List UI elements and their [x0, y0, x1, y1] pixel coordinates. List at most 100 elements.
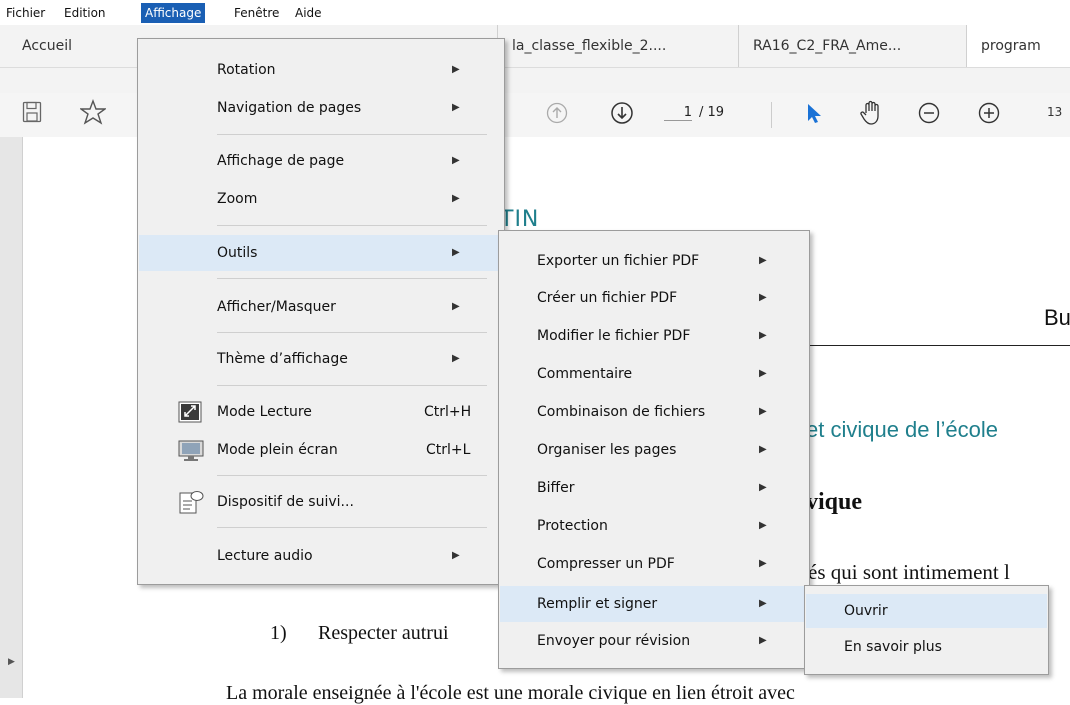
menu-item-label: Mode plein écran: [217, 442, 338, 458]
menu-item-label: Dispositif de suivi...: [217, 494, 354, 510]
menu-item-outils[interactable]: Outils ▶: [139, 235, 503, 271]
menu-separator: [217, 332, 487, 333]
reading-mode-icon: [178, 401, 202, 434]
menu-item-mode-lecture[interactable]: Mode Lecture Ctrl+H: [138, 397, 504, 427]
menu-shortcut: Ctrl+H: [424, 404, 472, 420]
submenu-item[interactable]: Protection ▶: [499, 511, 809, 541]
submenu-item-label: Exporter un fichier PDF: [537, 253, 700, 269]
zoom-level-input[interactable]: 13: [1047, 105, 1062, 119]
submenu-item[interactable]: Compresser un PDF ▶: [499, 549, 809, 579]
submenu-arrow-icon: ▶: [759, 482, 767, 493]
menu-item-label: Rotation: [217, 62, 276, 78]
menu-item-label: Navigation de pages: [217, 100, 362, 116]
menu-separator: [217, 527, 487, 528]
submenu-arrow-icon: ▶: [759, 635, 767, 646]
submenu-item-ouvrir[interactable]: Ouvrir: [806, 594, 1047, 628]
submenu-item[interactable]: Créer un fichier PDF ▶: [499, 283, 809, 313]
zoom-out-icon[interactable]: [918, 102, 940, 129]
menu-item-theme[interactable]: Thème d’affichage ▶: [138, 344, 504, 374]
submenu-item-label: Combinaison de fichiers: [537, 404, 706, 420]
menu-shortcut: Ctrl+L: [426, 442, 471, 458]
menu-item-label: Thème d’affichage: [217, 351, 348, 367]
remplir-signer-submenu: Ouvrir En savoir plus: [804, 585, 1049, 675]
submenu-item-label: Ouvrir: [844, 603, 888, 619]
expand-panel-icon[interactable]: ▶: [8, 657, 15, 667]
submenu-item-label: Compresser un PDF: [537, 556, 675, 572]
submenu-item[interactable]: Exporter un fichier PDF ▶: [499, 246, 809, 276]
submenu-item-label: Modifier le fichier PDF: [537, 328, 691, 344]
tracker-icon: [178, 489, 204, 526]
submenu-arrow-icon: ▶: [452, 155, 460, 166]
menu-item-affichage-page[interactable]: Affichage de page ▶: [138, 146, 504, 176]
menu-separator: [217, 385, 487, 386]
doc-list-text: Respecter autrui: [318, 622, 449, 644]
submenu-arrow-icon: ▶: [452, 102, 460, 113]
submenu-arrow-icon: ▶: [759, 558, 767, 569]
submenu-item-remplir-signer[interactable]: Remplir et signer ▶: [500, 586, 808, 622]
submenu-arrow-icon: ▶: [452, 353, 460, 364]
doc-section-title: et civique de l’école: [806, 417, 999, 442]
menu-item-label: Afficher/Masquer: [217, 299, 336, 315]
menu-separator: [217, 278, 487, 279]
menu-separator: [217, 225, 487, 226]
select-cursor-icon[interactable]: [805, 102, 823, 129]
menu-aide[interactable]: Aide: [291, 3, 326, 23]
menu-item-dispositif-suivi[interactable]: Dispositif de suivi...: [138, 487, 504, 517]
menu-item-plein-ecran[interactable]: Mode plein écran Ctrl+L: [138, 435, 504, 465]
fullscreen-monitor-icon: [178, 440, 204, 473]
menu-item-rotation[interactable]: Rotation ▶: [138, 55, 504, 85]
tab-document[interactable]: la_classe_flexible_2....: [497, 25, 731, 67]
tab-document[interactable]: RA16_C2_FRA_Ame...: [738, 25, 961, 67]
submenu-item[interactable]: Biffer ▶: [499, 473, 809, 503]
zoom-in-icon[interactable]: [978, 102, 1000, 129]
submenu-arrow-icon: ▶: [452, 193, 460, 204]
menu-affichage[interactable]: Affichage: [141, 3, 206, 23]
submenu-arrow-icon: ▶: [452, 247, 460, 258]
submenu-item-en-savoir-plus[interactable]: En savoir plus: [805, 632, 1048, 662]
submenu-arrow-icon: ▶: [759, 255, 767, 266]
prev-page-icon[interactable]: [546, 102, 568, 129]
submenu-item-label: Remplir et signer: [537, 596, 658, 612]
menu-fenetre[interactable]: Fenêtre: [230, 3, 283, 23]
save-icon[interactable]: [22, 101, 42, 128]
menu-separator: [217, 134, 487, 135]
submenu-item[interactable]: Envoyer pour révision ▶: [499, 626, 809, 656]
page-number-input[interactable]: 1: [664, 105, 692, 121]
tab-accueil[interactable]: Accueil: [22, 25, 72, 67]
submenu-item-label: Créer un fichier PDF: [537, 290, 678, 306]
submenu-item-label: Biffer: [537, 480, 575, 496]
doc-header-text: Bu: [1044, 305, 1070, 330]
doc-text-line: és qui sont intimement l: [808, 560, 1010, 584]
menu-item-navigation[interactable]: Navigation de pages ▶: [138, 93, 504, 123]
affichage-menu: Rotation ▶ Navigation de pages ▶ Afficha…: [137, 38, 505, 585]
menu-item-label: Lecture audio: [217, 548, 313, 564]
menu-item-afficher-masquer[interactable]: Afficher/Masquer ▶: [138, 292, 504, 322]
hand-tool-icon[interactable]: [858, 99, 886, 132]
submenu-item[interactable]: Modifier le fichier PDF ▶: [499, 321, 809, 351]
submenu-item-label: Envoyer pour révision: [537, 633, 691, 649]
menu-separator: [217, 475, 487, 476]
left-panel-rail: ▶: [0, 137, 23, 698]
submenu-arrow-icon: ▶: [452, 550, 460, 561]
menu-item-label: Outils: [217, 245, 258, 261]
next-page-icon[interactable]: [610, 101, 634, 130]
submenu-arrow-icon: ▶: [759, 368, 767, 379]
submenu-item[interactable]: Commentaire ▶: [499, 359, 809, 389]
doc-heading: TIN: [500, 207, 540, 232]
tab-document-active[interactable]: program: [966, 25, 1070, 67]
menu-item-label: Zoom: [217, 191, 258, 207]
outils-submenu: Exporter un fichier PDF ▶ Créer un fichi…: [498, 230, 810, 669]
submenu-arrow-icon: ▶: [759, 330, 767, 341]
submenu-item[interactable]: Organiser les pages ▶: [499, 435, 809, 465]
menu-item-lecture-audio[interactable]: Lecture audio ▶: [138, 541, 504, 571]
submenu-arrow-icon: ▶: [759, 292, 767, 303]
submenu-item[interactable]: Combinaison de fichiers ▶: [499, 397, 809, 427]
menu-fichier[interactable]: Fichier: [2, 3, 49, 23]
menu-item-zoom[interactable]: Zoom ▶: [138, 184, 504, 214]
doc-subheading: vique: [806, 489, 863, 515]
doc-list-number: 1): [270, 622, 287, 644]
submenu-arrow-icon: ▶: [759, 598, 767, 609]
bookmark-star-icon[interactable]: [78, 99, 108, 130]
menu-edition[interactable]: Edition: [60, 3, 110, 23]
submenu-arrow-icon: ▶: [759, 444, 767, 455]
